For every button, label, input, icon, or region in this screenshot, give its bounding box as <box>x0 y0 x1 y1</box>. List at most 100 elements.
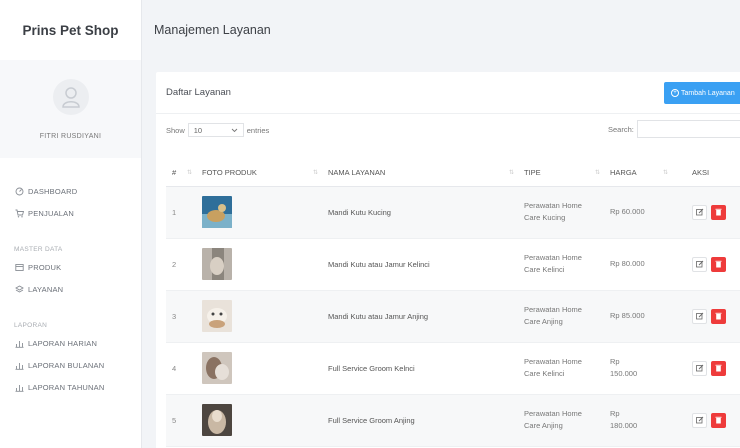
column-header-number[interactable]: # ⇅ <box>166 160 196 187</box>
sort-icon: ⇅ <box>594 170 600 176</box>
service-type: Care Anjing <box>524 317 563 326</box>
product-photo <box>202 196 232 228</box>
delete-button[interactable] <box>711 360 726 376</box>
delete-button[interactable] <box>711 412 726 428</box>
row-number: 1 <box>166 186 196 239</box>
trash-icon <box>715 364 722 372</box>
column-header-harga[interactable]: HARGA ⇅ <box>604 160 672 187</box>
service-price: Rp <box>610 357 620 366</box>
page-title: Manajemen Layanan <box>154 23 271 37</box>
topbar: Manajemen Layanan <box>142 0 740 60</box>
sidebar-item-layanan[interactable]: LAYANAN <box>0 278 141 300</box>
chevron-down-icon <box>231 126 238 135</box>
row-number: 2 <box>166 238 196 291</box>
table-row: 4 Full Service Groom Kelnci Perawatan Ho… <box>166 342 740 395</box>
entries-select[interactable]: 10 <box>187 123 244 137</box>
sidebar-item-label: LAYANAN <box>28 284 64 294</box>
product-photo <box>202 404 232 436</box>
add-service-label: Tambah Layanan <box>681 89 735 97</box>
bar-chart-icon <box>14 360 24 370</box>
edit-icon <box>695 260 703 268</box>
service-name: Full Service Groom Anjing <box>322 394 518 447</box>
sidebar-item-label: LAPORAN TAHUNAN <box>28 382 105 392</box>
sidebar-item-laporan-tahunan[interactable]: LAPORAN TAHUNAN <box>0 376 141 398</box>
row-number: 3 <box>166 290 196 343</box>
product-photo <box>202 248 232 280</box>
service-type: Care Kelinci <box>524 369 565 378</box>
edit-button[interactable] <box>692 308 707 324</box>
edit-icon <box>695 364 703 372</box>
sort-icon: ⇅ <box>508 170 514 176</box>
sidebar-item-laporan-harian[interactable]: LAPORAN HARIAN <box>0 332 141 354</box>
cart-icon <box>14 208 24 218</box>
service-name: Full Service Groom Kelnci <box>322 342 518 395</box>
delete-button[interactable] <box>711 204 726 220</box>
plus-circle-icon: + <box>671 89 679 97</box>
column-header-tipe[interactable]: TIPE ⇅ <box>518 160 604 187</box>
edit-icon <box>695 312 703 320</box>
entries-value: 10 <box>193 125 203 135</box>
brand-title[interactable]: Prins Pet Shop <box>0 0 141 60</box>
edit-button[interactable] <box>692 360 707 376</box>
entries-label: entries <box>246 125 270 135</box>
service-type: Perawatan Home <box>524 253 582 262</box>
search-control: Search: <box>608 120 740 138</box>
search-input[interactable] <box>636 120 740 138</box>
product-photo <box>202 352 232 384</box>
sidebar-item-label: LAPORAN HARIAN <box>28 338 98 348</box>
bar-chart-icon <box>14 382 24 392</box>
service-type: Care Kucing <box>524 213 566 222</box>
service-type: Care Kelinci <box>524 265 565 274</box>
column-header-aksi[interactable]: AKSI⇅ <box>672 160 740 187</box>
sort-icon: ⇅ <box>186 170 192 176</box>
row-number: 5 <box>166 394 196 447</box>
sidebar-heading-master: MASTER DATA <box>14 246 63 253</box>
sidebar-item-penjualan[interactable]: PENJUALAN <box>0 202 141 224</box>
sidebar-item-label: PENJUALAN <box>28 208 74 218</box>
column-header-foto[interactable]: FOTO PRODUK ⇅ <box>196 160 322 187</box>
service-price: Rp 85.000 <box>610 311 645 320</box>
service-price: Rp <box>610 409 620 418</box>
sidebar-item-produk[interactable]: PRODUK <box>0 256 141 278</box>
table-row: 1 Mandi Kutu Kucing Perawatan Home Care K… <box>166 186 740 239</box>
edit-button[interactable] <box>692 412 707 428</box>
service-type: Perawatan Home <box>524 201 582 210</box>
service-price: 150.000 <box>610 369 638 378</box>
edit-button[interactable] <box>692 256 707 272</box>
service-type: Perawatan Home <box>524 357 582 366</box>
layers-icon <box>14 284 24 294</box>
sidebar-item-label: LAPORAN BULANAN <box>28 360 105 370</box>
table-controls: Show 10 entries Search: <box>156 114 740 144</box>
table-row: 5 Full Service Groom Anjing Perawatan Ho… <box>166 394 740 447</box>
edit-button[interactable] <box>692 204 707 220</box>
sidebar-item-dashboard[interactable]: DASHBOARD <box>0 180 141 202</box>
service-name: Mandi Kutu atau Jamur Kelinci <box>322 238 518 291</box>
delete-button[interactable] <box>711 256 726 272</box>
sidebar-item-laporan-bulanan[interactable]: LAPORAN BULANAN <box>0 354 141 376</box>
service-type: Care Anjing <box>524 421 563 430</box>
bar-chart-icon <box>14 338 24 348</box>
sidebar-nav: DASHBOARD PENJUALAN MASTER DATA PRODUK L… <box>0 158 141 398</box>
dashboard-icon <box>14 186 24 196</box>
card-header: Daftar Layanan + Tambah Layanan <box>156 72 740 114</box>
sort-icon: ⇅ <box>662 170 668 176</box>
box-icon <box>14 262 24 272</box>
user-name: FITRI RUSDIYANI <box>39 132 102 140</box>
user-profile: FITRI RUSDIYANI <box>0 60 141 158</box>
service-name: Mandi Kutu Kucing <box>322 186 518 239</box>
service-price: Rp 80.000 <box>610 259 645 268</box>
table-row: 3 Mandi Kutu atau Jamur Anjing Perawatan… <box>166 290 740 343</box>
sidebar-heading-laporan: LAPORAN <box>14 322 48 329</box>
trash-icon <box>715 208 722 216</box>
service-name: Mandi Kutu atau Jamur Anjing <box>322 290 518 343</box>
delete-button[interactable] <box>711 308 726 324</box>
sidebar: Prins Pet Shop FITRI RUSDIYANI DASHBOARD… <box>0 0 142 448</box>
product-photo <box>202 300 232 332</box>
sort-icon: ⇅ <box>312 170 318 176</box>
row-number: 4 <box>166 342 196 395</box>
services-table: # ⇅ FOTO PRODUK ⇅ NAMA LAYANAN ⇅ TIPE ⇅ HARG… <box>166 160 740 447</box>
column-header-nama[interactable]: NAMA LAYANAN ⇅ <box>322 160 518 187</box>
add-service-button[interactable]: + Tambah Layanan <box>664 82 740 104</box>
entries-control: Show 10 entries <box>166 123 269 137</box>
user-icon <box>61 86 80 108</box>
